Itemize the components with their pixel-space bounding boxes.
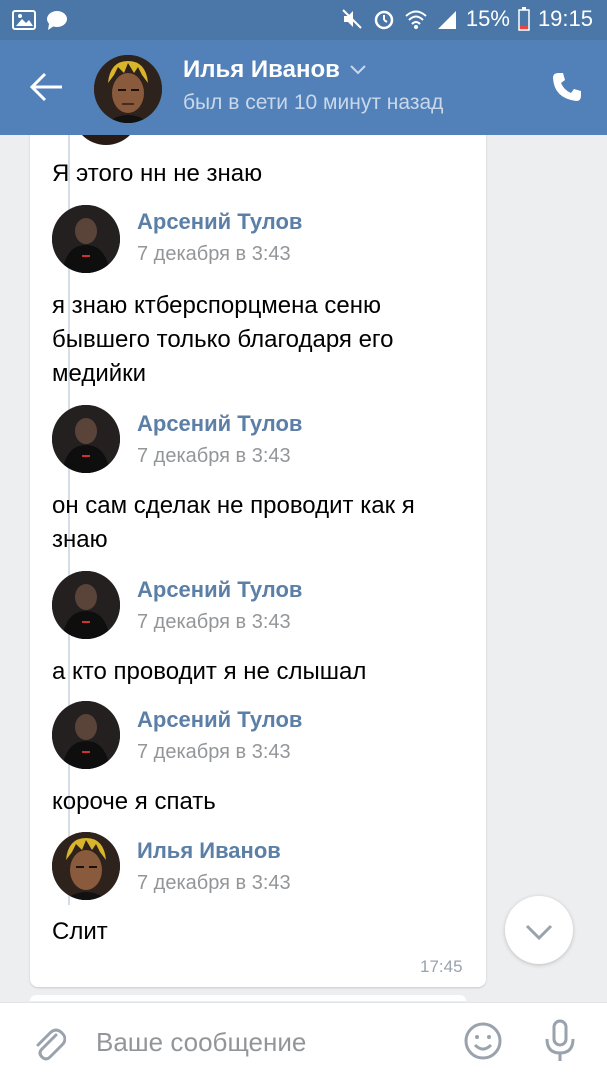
avatar-image <box>94 55 162 123</box>
emoji-icon[interactable] <box>463 1021 503 1061</box>
gallery-icon <box>12 10 36 30</box>
clock: 19:15 <box>537 6 593 31</box>
mute-icon <box>342 9 362 29</box>
chevron-down-icon <box>525 924 553 941</box>
message-text: короче я спать <box>52 788 216 815</box>
avatar[interactable] <box>52 832 120 900</box>
avatar[interactable] <box>52 571 120 639</box>
forward-author[interactable]: Арсений Тулов <box>137 209 302 235</box>
phone-icon[interactable] <box>550 70 584 104</box>
message-text: он сам сделак не проводит как я знаю <box>52 492 415 553</box>
wifi-icon <box>405 10 427 29</box>
contact-name-text: Илья Иванов <box>183 56 340 83</box>
contact-avatar[interactable] <box>94 55 162 123</box>
forward-date: 7 декабря в 3:43 <box>137 611 291 633</box>
back-arrow-icon[interactable] <box>30 72 64 102</box>
signal-icon <box>437 11 456 29</box>
chat-header: Илья Иванов был в сети 10 минут назад <box>0 40 607 135</box>
message-text: Слит <box>52 918 108 945</box>
alarm-icon <box>374 10 394 30</box>
message-text: а кто проводит я не слышал <box>52 658 367 685</box>
microphone-icon[interactable] <box>543 1019 577 1063</box>
message-time: 17:45 <box>420 957 463 976</box>
contact-name[interactable]: Илья Иванов <box>183 56 366 84</box>
avatar[interactable] <box>52 205 120 273</box>
avatar[interactable] <box>52 701 120 769</box>
avatar-image <box>52 571 120 639</box>
message-text: я знаю ктберспорцмена сеню бывшего тольк… <box>52 292 394 387</box>
forward-author[interactable]: Арсений Тулов <box>137 707 302 733</box>
forward-author[interactable]: Арсений Тулов <box>137 577 302 603</box>
chevron-down-icon <box>350 65 366 75</box>
battery-icon <box>518 7 530 31</box>
next-message-bubble <box>30 995 466 1001</box>
chat-area[interactable]: Я этого нн не знаю Арсений Тулов 7 декаб… <box>0 135 607 995</box>
attach-icon[interactable] <box>30 1021 66 1061</box>
battery-percent: 15% <box>465 6 510 31</box>
forward-date: 7 декабря в 3:43 <box>137 872 291 894</box>
avatar-image <box>52 405 120 473</box>
message-input[interactable]: Ваше сообщение <box>96 1027 306 1058</box>
forward-author[interactable]: Илья Иванов <box>137 838 281 864</box>
avatar-image <box>52 701 120 769</box>
scroll-down-button[interactable] <box>505 896 573 964</box>
forward-date: 7 декабря в 3:43 <box>137 445 291 467</box>
message-icon <box>47 11 67 30</box>
avatar-image <box>52 832 120 900</box>
last-seen-status: был в сети 10 минут назад <box>183 91 444 114</box>
status-bar: 15% 19:15 <box>0 0 607 40</box>
message-composer: Ваше сообщение <box>0 1002 607 1081</box>
forward-date: 7 декабря в 3:43 <box>137 741 291 763</box>
message-text: Я этого нн не знаю <box>52 160 263 187</box>
avatar-image <box>52 205 120 273</box>
avatar[interactable] <box>52 405 120 473</box>
forward-date: 7 декабря в 3:43 <box>137 243 291 265</box>
forward-author[interactable]: Арсений Тулов <box>137 411 302 437</box>
